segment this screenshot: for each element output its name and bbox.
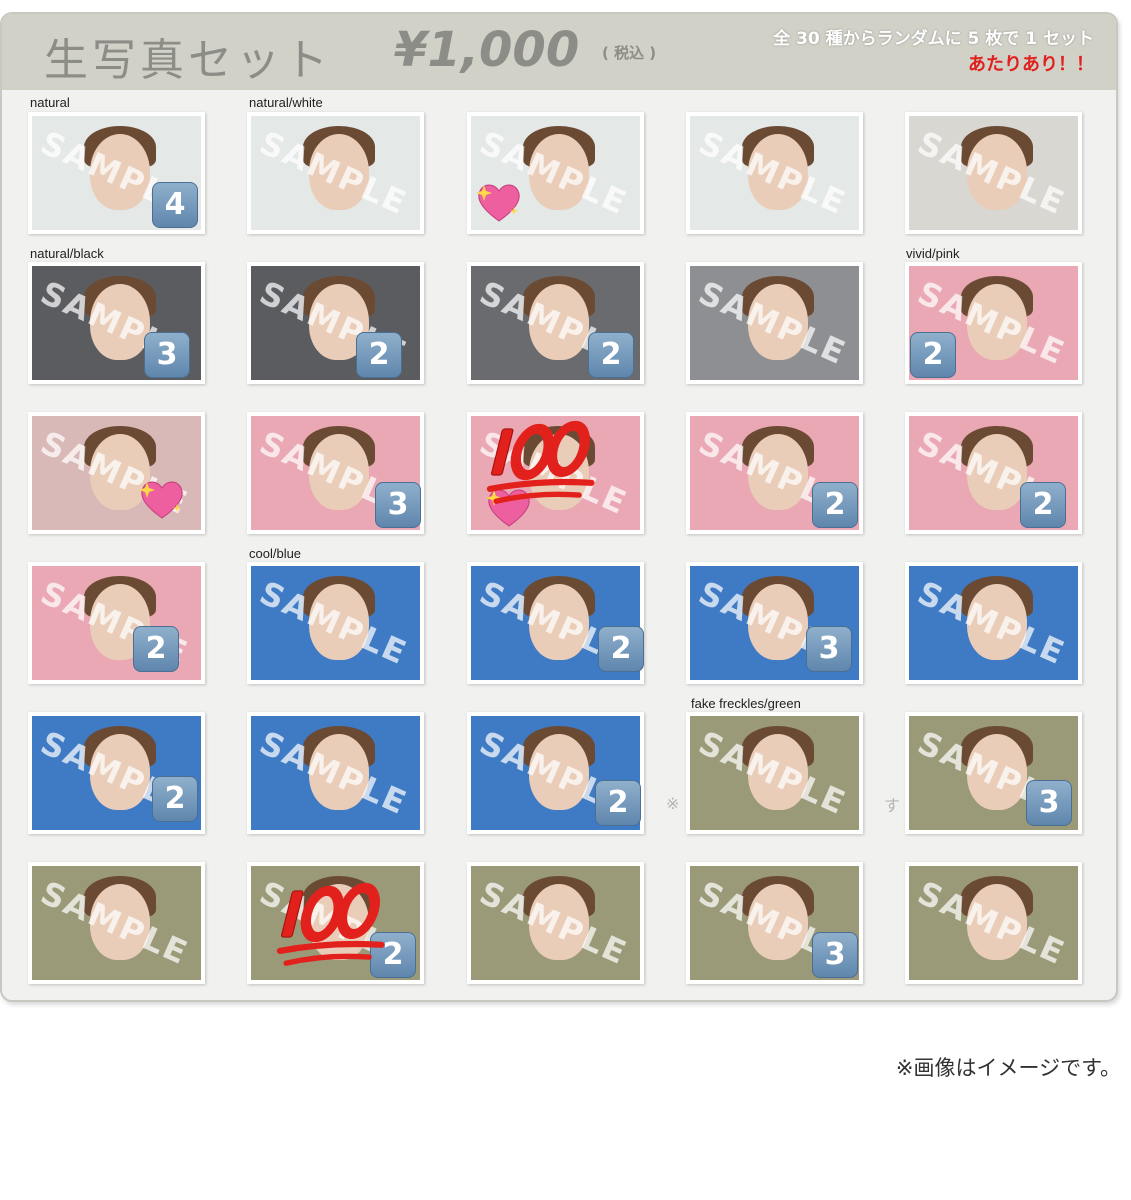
sparkling-heart-icon [476,184,520,222]
count-badge: 3 [806,626,852,672]
photo-card: SAMPLE [905,112,1082,234]
count-badge: 3 [1026,780,1072,826]
label-cool-blue: cool/blue [249,546,302,561]
label-vivid-pink: vivid/pink [906,246,960,261]
prize-note: あたりあり！！ [968,54,1094,75]
label-natural-black: natural/black [30,246,104,261]
ghost-mark: ※ [666,794,680,813]
count-badge: 4 [152,182,198,228]
count-badge: 2 [1020,482,1066,528]
image-disclaimer: ※画像はイメージです。 [895,1056,1121,1080]
count-badge: 2 [133,626,179,672]
set-price: ¥1,000 [394,22,580,78]
photo-card: SAMPLE [28,862,205,984]
label-fake-freckles-green: fake freckles/green [691,696,801,711]
sparkling-heart-icon [139,481,183,519]
set-title: 生写真セット [44,35,332,86]
set-description: 全 30 種からランダムに 5 枚で 1 セット [773,29,1094,49]
photo-card: SAMPLE [247,712,424,834]
hundred-points-icon [486,420,595,504]
photo-card: SAMPLE [247,562,424,684]
photo-card: SAMPLE [905,562,1082,684]
header-bar: 生写真セット ¥1,000 ( 税込 ) 全 30 種からランダムに 5 枚で … [2,14,1116,90]
product-board: 生写真セット ¥1,000 ( 税込 ) 全 30 種からランダムに 5 枚で … [0,12,1118,1002]
count-badge: 2 [812,482,858,528]
photo-card: SAMPLE [686,112,863,234]
ghost-mark: す [884,796,901,815]
photo-card: SAMPLE [686,262,863,384]
label-natural-white: natural/white [249,95,323,110]
count-badge: 2 [588,332,634,378]
count-badge: 2 [595,780,641,826]
count-badge: 2 [356,332,402,378]
count-badge: 2 [152,776,198,822]
photo-card: SAMPLE [905,862,1082,984]
hundred-points-icon [276,882,385,966]
count-badge: 3 [144,332,190,378]
label-natural: natural [30,95,70,110]
photo-card: SAMPLE [686,712,863,834]
photo-card: SAMPLE [247,112,424,234]
tax-note: ( 税込 ) [602,44,657,62]
count-badge: 3 [375,482,421,528]
count-badge: 3 [812,932,858,978]
count-badge: 2 [598,626,644,672]
photo-card: SAMPLE [467,862,644,984]
count-badge: 2 [910,332,956,378]
